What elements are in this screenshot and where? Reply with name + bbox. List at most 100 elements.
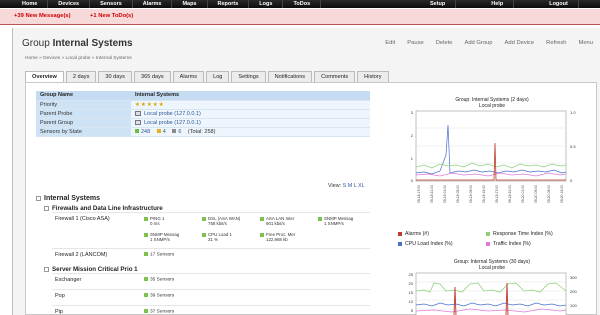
view-size-selector: View: S M L XL xyxy=(328,183,365,189)
sensor-asa-lan[interactable]: ASA LAN Inter 901 kbit/s xyxy=(260,216,294,226)
info-key: Group Name xyxy=(36,91,131,101)
device-sensor-summary[interactable]: 17 Sensors xyxy=(144,252,174,258)
tree-group-title[interactable]: Internal Systems xyxy=(36,195,370,202)
nav-sensors[interactable]: Sensors xyxy=(90,0,133,8)
parent-probe-value[interactable]: Local probe (127.0.0.1) xyxy=(144,111,201,117)
parent-group-value[interactable]: Local probe (127.0.0.1) xyxy=(144,120,201,126)
device-pip[interactable]: Pip 37 Sensors xyxy=(52,305,370,315)
tab-alarms[interactable]: Alarms xyxy=(172,71,205,82)
device-name[interactable]: Firewall 1 (Cisco ASA) xyxy=(55,216,115,222)
priority-stars[interactable]: ★★★★★ xyxy=(131,100,370,110)
info-row-sensors-by-state: Sensors by State 248 4 6 (Total: 258) xyxy=(36,127,370,137)
graph1-x-tick: 09-20 05:00 xyxy=(534,185,538,203)
device-name[interactable]: Firewall 2 (LANCOM) xyxy=(55,252,115,258)
nav-todos[interactable]: ToDos xyxy=(283,0,322,8)
tree-subgroup-firewalls[interactable]: Firewalls and Data Line Infrastructure xyxy=(44,205,370,212)
view-option-m[interactable]: M xyxy=(348,183,353,189)
nav-setup[interactable]: Setup xyxy=(420,0,457,8)
sensor-snmp-1[interactable]: SNMP Messag 1 SNMP/s xyxy=(318,216,353,226)
tab-2-days[interactable]: 2 days xyxy=(65,71,97,82)
parent-probe-link[interactable]: Local probe (127.0.0.1) xyxy=(131,109,370,119)
delete-button[interactable]: Delete xyxy=(436,40,453,46)
star-rating[interactable]: ★★★★★ xyxy=(135,102,165,108)
edit-button[interactable]: Edit xyxy=(385,40,395,46)
device-firewall-2[interactable]: Firewall 2 (LANCOM) 17 Sensors xyxy=(52,248,370,262)
tab-history[interactable]: History xyxy=(357,71,389,82)
nav-home[interactable]: Home xyxy=(0,0,49,8)
tab-365-days[interactable]: 365 days xyxy=(133,71,171,82)
parent-group-link[interactable]: Local probe (127.0.0.1) xyxy=(131,118,370,128)
legend-swatch xyxy=(398,242,402,246)
view-option-l[interactable]: L xyxy=(354,183,357,189)
tab-settings[interactable]: Settings xyxy=(231,71,266,82)
breadcrumb[interactable]: Home » Devices » Local probe » Internal … xyxy=(25,56,132,61)
nav-logout[interactable]: Logout xyxy=(539,0,579,8)
device-exchanger[interactable]: Exchanger 35 Sensors xyxy=(52,273,370,287)
state-warning-count[interactable]: 4 xyxy=(156,129,166,135)
nav-maps[interactable]: Maps xyxy=(172,0,208,8)
graph1-y2-tick: 1.0 xyxy=(570,110,576,115)
view-label: View: xyxy=(328,183,342,189)
legend-swatch xyxy=(486,242,490,246)
device-sensor-summary[interactable]: 37 Sensors xyxy=(144,309,174,315)
page-title-name: Internal Systems xyxy=(52,38,133,49)
sensor-ok-icon xyxy=(260,216,264,221)
device-name[interactable]: Pop xyxy=(55,293,115,299)
nav-alarms[interactable]: Alarms xyxy=(133,0,173,8)
sensor-dsl[interactable]: DSL (ASA WAN) 758 kbit/s xyxy=(202,216,240,226)
state-paused-count[interactable]: 6 xyxy=(172,129,181,135)
nav-help[interactable]: Help xyxy=(481,0,515,8)
refresh-button[interactable]: Refresh xyxy=(546,40,566,46)
menu-button[interactable]: Menu xyxy=(578,40,593,46)
tree-subgroup-servers[interactable]: Server Mission Critical Prio 1 xyxy=(44,266,370,273)
device-sensor-summary[interactable]: 39 Sensors xyxy=(144,293,174,299)
page-title-prefix: Group xyxy=(22,38,50,49)
sensor-ping[interactable]: PING 10 ms xyxy=(144,216,164,226)
pause-button[interactable]: Pause xyxy=(407,40,423,46)
graph2-y-tick: 25 xyxy=(409,272,414,277)
device-name[interactable]: Pip xyxy=(55,309,115,315)
sensor-snmp-2[interactable]: SNMP Messag 1 SNMP/s xyxy=(144,232,179,242)
graph1-x-tick: 09-19 05:00 xyxy=(456,185,460,203)
graph-30-days[interactable]: Group: Internal Systems (30 days) Local … xyxy=(394,257,590,315)
graph2-subtitle: Local probe xyxy=(479,265,505,271)
device-sensor-summary[interactable]: 35 Sensors xyxy=(144,277,174,283)
device-name[interactable]: Exchanger xyxy=(55,277,115,283)
new-messages-link[interactable]: +39 New Message(s) xyxy=(14,13,71,19)
nav-reports[interactable]: Reports xyxy=(208,0,250,8)
legend-swatch xyxy=(398,232,402,236)
state-up-count[interactable]: 248 xyxy=(135,129,150,135)
device-tree: Internal Systems Firewalls and Data Line… xyxy=(36,195,370,315)
device-pop[interactable]: Pop 39 Sensors xyxy=(52,289,370,303)
page-actions: Edit Pause Delete Add Group Add Device R… xyxy=(385,40,593,46)
tab-comments[interactable]: Comments xyxy=(314,71,356,82)
graph1-x-tick: 09-18 17:00 xyxy=(417,185,421,203)
paused-square-icon xyxy=(172,129,177,133)
sensor-free-memory[interactable]: Free Proc. Mer 122,968 kb xyxy=(260,232,295,242)
tab-log[interactable]: Log xyxy=(206,71,230,82)
sensor-ok-icon xyxy=(144,309,148,313)
graph-2-days[interactable]: Group: Internal Systems (2 days) Local p… xyxy=(394,95,590,238)
view-option-s[interactable]: S xyxy=(343,183,347,189)
nav-logs[interactable]: Logs xyxy=(249,0,284,8)
nav-devices[interactable]: Devices xyxy=(48,0,91,8)
view-option-xl[interactable]: XL xyxy=(358,183,365,189)
new-todos-link[interactable]: +1 New ToDo(s) xyxy=(90,13,133,19)
device-firewall-1[interactable]: Firewall 1 (Cisco ASA) PING 10 ms DSL (A… xyxy=(52,212,370,248)
group-icon xyxy=(135,119,141,125)
overview-content: Group Name Internal Systems Priority ★★★… xyxy=(25,82,597,315)
tab-30-days[interactable]: 30 days xyxy=(98,71,132,82)
graph1-y-tick: 1 xyxy=(411,156,414,161)
legend-traffic: Traffic Index (%) xyxy=(486,241,531,247)
tab-notifications[interactable]: Notifications xyxy=(267,71,313,82)
main-panel: Group Internal Systems Edit Pause Delete… xyxy=(12,28,600,315)
graph2-y-tick: 15 xyxy=(409,290,414,295)
graph1-x-tick: 09-19 01:00 xyxy=(443,185,447,203)
graph1-x-tick: 09-20 09:00 xyxy=(547,185,551,203)
sensor-ok-icon xyxy=(202,232,206,237)
add-group-button[interactable]: Add Group xyxy=(464,40,492,46)
tab-overview[interactable]: Overview xyxy=(25,71,64,82)
sensor-cpu-load[interactable]: CPU Load 1 31 % xyxy=(202,232,232,242)
add-device-button[interactable]: Add Device xyxy=(505,40,535,46)
page-title: Group Internal Systems xyxy=(22,38,133,49)
